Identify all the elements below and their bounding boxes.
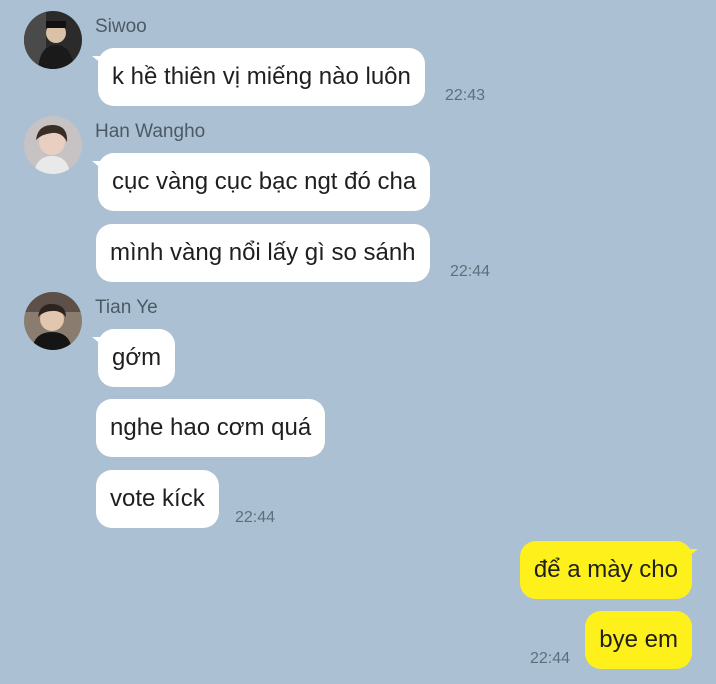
- outgoing-message-bubble[interactable]: để a mày cho: [519, 541, 699, 599]
- sender-name: Tian Ye: [95, 297, 158, 318]
- sender-name: Han Wangho: [95, 121, 206, 142]
- sender-name: Siwoo: [95, 16, 147, 37]
- message-timestamp: 22:44: [530, 650, 571, 667]
- outgoing-message-bubble[interactable]: bye em: [585, 611, 692, 669]
- message-bubble[interactable]: vote kíck: [96, 470, 219, 528]
- avatar-tian-ye[interactable]: [24, 292, 82, 350]
- avatar-siwoo[interactable]: [24, 11, 82, 69]
- message-bubble[interactable]: cục vàng cục bạc ngt đó cha: [91, 153, 431, 211]
- message-bubble[interactable]: k hề thiên vị miếng nào luôn: [92, 48, 425, 106]
- message-timestamp: 22:44: [450, 263, 491, 280]
- message-bubble[interactable]: mình vàng nổi lấy gì so sánh: [96, 224, 430, 282]
- message-bubble[interactable]: gớm: [91, 329, 176, 387]
- message-timestamp: 22:44: [235, 509, 276, 526]
- message-timestamp: 22:43: [445, 87, 486, 104]
- avatar-han-wangho[interactable]: [24, 116, 82, 174]
- message-bubble[interactable]: nghe hao cơm quá: [96, 399, 326, 457]
